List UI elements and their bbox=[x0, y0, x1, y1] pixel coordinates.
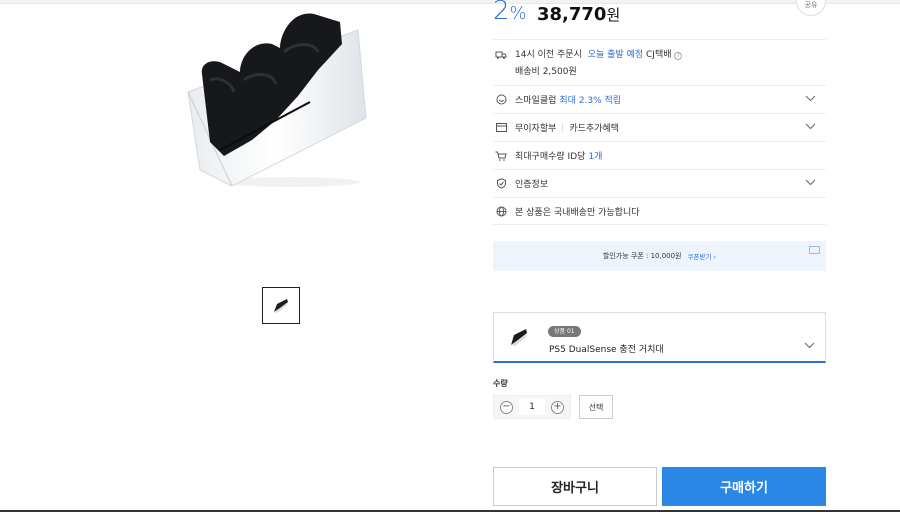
card-benefit-label: 카드추가혜택 bbox=[569, 124, 620, 134]
smile-club-label: 스마일클럽 bbox=[515, 96, 557, 106]
quantity-stepper: − 1 + bbox=[493, 395, 571, 419]
product-thumbnail[interactable] bbox=[262, 287, 300, 324]
separator bbox=[562, 123, 564, 132]
buy-now-button[interactable]: 구매하기 bbox=[662, 467, 826, 506]
installment-row[interactable]: 무이자할부 카드추가혜택 bbox=[493, 113, 826, 141]
coupon-download-link[interactable]: 쿠폰받기 › bbox=[688, 251, 717, 261]
domestic-shipping-label: 본 상품은 국내배송만 가능합니다 bbox=[515, 207, 640, 218]
purchase-limit-row: 최대구매수량 ID당 1개 bbox=[493, 141, 826, 169]
smile-club-reward: 최대 2.3% 적립 bbox=[559, 96, 622, 106]
option-product-image bbox=[508, 326, 530, 350]
sale-price: 38,770원 bbox=[537, 4, 621, 25]
purchase-limit-value: 1개 bbox=[588, 152, 603, 162]
installment-label: 무이자할부 bbox=[515, 124, 557, 134]
product-main-image bbox=[180, 0, 380, 190]
courier-text: CJ택배 bbox=[646, 50, 672, 60]
discount-rate: 2% bbox=[493, 0, 527, 26]
certification-row[interactable]: 인증정보 bbox=[493, 169, 826, 197]
certification-label: 인증정보 bbox=[515, 180, 549, 190]
delivery-estimate-text: 오늘 출발 예정 bbox=[587, 50, 644, 60]
coupon-bar[interactable]: 할인가능 쿠폰 : 10,000원 쿠폰받기 › bbox=[493, 241, 826, 271]
coupon-icon bbox=[809, 246, 820, 254]
globe-icon bbox=[495, 205, 507, 217]
quantity-increase-button[interactable]: + bbox=[551, 400, 564, 414]
help-icon[interactable]: ? bbox=[674, 52, 683, 60]
shield-check-icon bbox=[495, 178, 507, 190]
coupon-text: 할인가능 쿠폰 : 10,000원 bbox=[602, 252, 682, 260]
cart-icon bbox=[495, 150, 507, 162]
domestic-shipping-row: 본 상품은 국내배송만 가능합니다 bbox=[493, 197, 826, 225]
quantity-select-button[interactable]: 선택 bbox=[579, 395, 613, 419]
product-info-list: 14시 이전 주문시 오늘 출발 예정 CJ택배 ? 배송비 2,500원 스마… bbox=[493, 39, 826, 225]
quantity-input[interactable]: 1 bbox=[519, 399, 545, 415]
delivery-cutoff-text: 14시 이전 주문시 bbox=[515, 50, 582, 60]
option-name: PS5 DualSense 충전 거치대 bbox=[549, 345, 664, 355]
card-icon bbox=[495, 122, 507, 134]
purchase-limit-label: 최대구매수량 ID당 bbox=[515, 152, 586, 162]
chevron-down-icon[interactable] bbox=[805, 179, 816, 189]
truck-icon bbox=[495, 49, 507, 61]
share-button[interactable]: 공유 bbox=[796, 0, 826, 16]
chevron-down-icon[interactable] bbox=[804, 334, 815, 353]
smile-icon bbox=[495, 94, 507, 106]
add-to-cart-button[interactable]: 장바구니 bbox=[493, 467, 657, 506]
shipping-fee-text: 배송비 2,500원 bbox=[515, 67, 577, 77]
smile-club-row[interactable]: 스마일클럽 최대 2.3% 적립 bbox=[493, 85, 826, 113]
price-row: 2% 38,770원 공유 bbox=[493, 0, 826, 30]
chevron-down-icon[interactable] bbox=[805, 95, 816, 105]
option-badge: 상품 01 bbox=[548, 326, 581, 337]
delivery-info-row: 14시 이전 주문시 오늘 출발 예정 CJ택배 ? 배송비 2,500원 bbox=[493, 39, 826, 85]
option-selector[interactable]: 상품 01 PS5 DualSense 충전 거치대 bbox=[493, 312, 826, 363]
quantity-label: 수량 bbox=[493, 379, 508, 388]
chevron-down-icon[interactable] bbox=[805, 123, 816, 133]
quantity-decrease-button[interactable]: − bbox=[500, 400, 513, 414]
